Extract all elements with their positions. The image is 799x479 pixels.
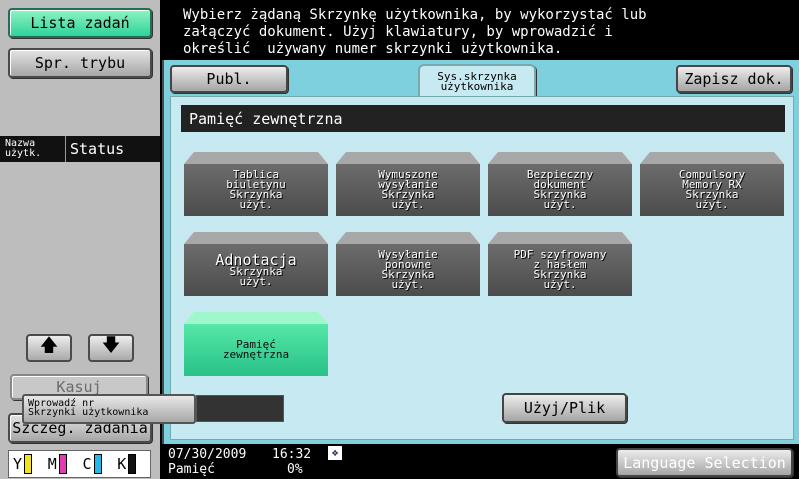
box-bulletin-board[interactable]: Tablica biuletynu Skrzynka użyt.: [184, 152, 328, 216]
date: 07/30/2009: [168, 447, 247, 462]
user-name-column-header: Nazwa użytk.: [0, 136, 66, 162]
instruction-message: Wybierz żądaną Skrzynkę użytkownika, by …: [160, 0, 799, 58]
section-title: Pamięć zewnętrzna: [181, 105, 785, 132]
toner-magenta: M: [48, 454, 81, 474]
toner-yellow-bar: [24, 454, 33, 474]
toner-cyan: C: [83, 454, 116, 474]
status-column-header: Status: [70, 140, 125, 158]
toner-yellow: Y: [13, 454, 46, 474]
use-file-button[interactable]: Użyj/Plik: [502, 393, 627, 423]
time: 16:32: [272, 447, 312, 462]
memory-value: 0%: [287, 462, 303, 477]
save-document-tab[interactable]: Zapisz dok.: [676, 65, 792, 93]
network-icon: ❖: [328, 446, 342, 460]
box-resend[interactable]: Wysyłanie ponowne Skrzynka użyt.: [336, 232, 480, 296]
toner-black: K: [117, 454, 150, 474]
box-secure-document[interactable]: Bezpieczny dokument Skrzynka użyt.: [488, 152, 632, 216]
footer: 07/30/2009 16:32 ❖ Pamięć 0% Language Se…: [160, 444, 799, 479]
arrow-up-icon: 🡅: [39, 335, 59, 356]
scroll-down-button[interactable]: 🡇: [88, 334, 134, 362]
box-forced-transmission[interactable]: Wymuszone wysyłanie Skrzynka użyt.: [336, 152, 480, 216]
box-compulsory-memory-rx[interactable]: Compulsory Memory RX Skrzynka użyt.: [640, 152, 784, 216]
tab-public[interactable]: Publ.: [170, 65, 288, 93]
check-mode-button[interactable]: Spr. trybu: [8, 48, 152, 78]
scroll-up-button[interactable]: 🡅: [26, 334, 72, 362]
box-encrypted-pdf[interactable]: PDF szyfrowany z hasłem Skrzynka użyt.: [488, 232, 632, 296]
box-external-memory[interactable]: Pamięć zewnętrzna: [184, 312, 328, 376]
tab-system-user-box[interactable]: Sys.skrzynka użytkownika: [418, 64, 536, 98]
toner-levels: Y M C K: [8, 450, 151, 478]
job-status-list[interactable]: [0, 162, 160, 332]
arrow-down-icon: 🡇: [101, 335, 121, 356]
toner-magenta-bar: [58, 454, 67, 474]
box-annotation[interactable]: Adnotacja Skrzynka użyt.: [184, 232, 328, 296]
enter-user-box-number-button[interactable]: Wprowadź nr Skrzynki użytkownika: [22, 394, 196, 424]
user-box-number-field[interactable]: [196, 395, 284, 422]
job-list-button[interactable]: Lista zadań: [8, 8, 152, 38]
toner-black-bar: [128, 454, 137, 474]
job-status-header: Nazwa użytk. Status: [0, 136, 160, 162]
language-selection-button[interactable]: Language Selection: [616, 448, 793, 477]
memory-label: Pamięć: [168, 462, 215, 477]
toner-cyan-bar: [93, 454, 102, 474]
